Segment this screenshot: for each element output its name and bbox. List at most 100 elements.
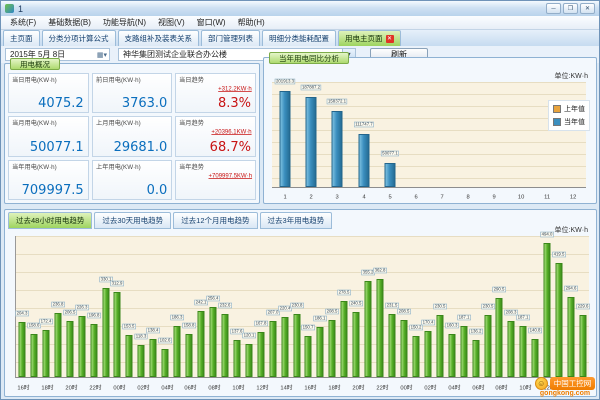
trend-bar-slot: 230.8 (291, 236, 303, 377)
trend-bar-value-label: 231.5 (385, 303, 398, 309)
trend-x-tick-label: 04时 (448, 384, 460, 392)
trend-bar-slot: 150.2 (410, 236, 422, 377)
doc-tab[interactable]: 用电主页面✕ (338, 30, 401, 46)
yoy-bar-slot (481, 82, 507, 187)
trend-x-tick-label: 22时 (89, 384, 101, 392)
doc-tab[interactable]: 分类分项计算公式 (42, 30, 116, 46)
trend-bar (568, 297, 575, 377)
menu-item[interactable]: 视图(V) (152, 16, 191, 29)
trend-x-tick-label (440, 384, 445, 392)
trend-bar-slot: 355.2 (362, 236, 374, 377)
trend-x-axis-labels: 16时 18时 20时 22时 00时 02时 04时 06时 08时 10时 … (15, 382, 589, 393)
trend-bar-slot: 186.3 (171, 236, 183, 377)
yoy-bar-slot (560, 82, 586, 187)
trend-bar (18, 322, 25, 377)
trend-bar-value-label: 256.4 (206, 296, 219, 302)
trend-bar-value-label: 170.4 (421, 320, 434, 326)
trend-bar (221, 314, 228, 377)
trend-bar-slot: 140.8 (529, 236, 541, 377)
trend-bar-value-label: 118.3 (135, 334, 148, 340)
trend-x-tick-label (105, 384, 110, 392)
trend-bar (460, 326, 467, 377)
watermark: ☺ 中国工控网 gongkong.com (534, 377, 596, 397)
trend-bar-slot: 196.8 (88, 236, 100, 377)
trend-bar-slot: 167.8 (255, 236, 267, 377)
yoy-bar-value-label: 158372.1 (327, 99, 348, 105)
trend-x-tick-label (463, 384, 468, 392)
mascot-icon: ☺ (535, 377, 548, 390)
trend-bar-slot: 330.1 (100, 236, 112, 377)
yoy-chart-legend: 上年值当年值 (548, 100, 590, 131)
trend-bar-slot: 236.8 (52, 236, 64, 377)
trend-bar (269, 321, 276, 377)
window-title: 1 (18, 4, 23, 14)
trend-bar-slot: 294.6 (565, 236, 577, 377)
metric-card: 当月用电(KW·h)50077.1 (8, 116, 89, 156)
tab-close-icon[interactable]: ✕ (386, 35, 394, 43)
yoy-bar-value-label: 111747.7 (354, 121, 374, 127)
trend-bar-value-label: 312.9 (111, 281, 124, 287)
trend-x-tick-label (296, 384, 301, 392)
trend-bar-value-label: 232.6 (218, 303, 231, 309)
trend-bar-value-label: 138.4 (147, 328, 160, 334)
menu-item[interactable]: 基础数据(B) (42, 16, 97, 29)
trend-bar-slot: 172.4 (40, 236, 52, 377)
trend-bar (54, 313, 61, 377)
minimize-button-icon[interactable]: ─ (546, 3, 561, 14)
menu-item[interactable]: 功能导航(N) (97, 16, 152, 29)
doc-tab[interactable]: 支路组补及装表关系 (118, 30, 200, 46)
trend-bar-value-label: 167.8 (254, 320, 267, 326)
trend-x-tick-label (224, 384, 229, 392)
metric-card: 当日用电(KW·h)4075.2 (8, 73, 89, 113)
trend-bar-value-label: 136.2 (469, 329, 482, 335)
trend-bar-value-label: 187.1 (457, 315, 470, 321)
trend-tab-bar: 过去48小时用电趋势过去30天用电趋势过去12个月用电趋势过去3年用电趋势 (5, 210, 596, 229)
trend-tab[interactable]: 过去30天用电趋势 (94, 212, 171, 229)
doc-tab[interactable]: 主页面 (3, 30, 40, 46)
yoy-bar (306, 97, 317, 187)
trend-bar-value-label: 220.4 (278, 306, 291, 312)
yoy-x-tick-label: 10 (511, 193, 530, 199)
trend-unit-label: 单位:KW·h (555, 225, 588, 235)
trend-tab[interactable]: 过去48小时用电趋势 (8, 212, 92, 229)
trend-x-tick-label: 10时 (233, 384, 245, 392)
trend-bar-slot: 242.1 (195, 236, 207, 377)
trend-bar-slot: 419.5 (553, 236, 565, 377)
maximize-button-icon[interactable]: ❐ (563, 3, 578, 14)
close-button-icon[interactable]: ✕ (580, 3, 595, 14)
trend-x-tick-label (200, 384, 205, 392)
trend-bar-value-label: 172.4 (39, 319, 52, 325)
trend-bar-slot: 208.3 (505, 236, 517, 377)
trend-tab[interactable]: 过去3年用电趋势 (260, 212, 333, 229)
trend-bar-value-label: 150.7 (302, 325, 315, 331)
trend-bar (472, 340, 479, 377)
trend-x-tick-label (248, 384, 253, 392)
trend-x-tick-label: 06时 (472, 384, 484, 392)
doc-tab[interactable]: 部门管理列表 (201, 30, 260, 46)
yoy-bar-slot (534, 82, 560, 187)
trend-x-tick-label: 02时 (424, 384, 436, 392)
menu-item[interactable]: 窗口(W) (191, 16, 232, 29)
trend-bar (341, 301, 348, 377)
menu-item[interactable]: 帮助(H) (232, 16, 271, 29)
trend-x-tick-label (320, 384, 325, 392)
trend-bar-value-label: 494.0 (541, 232, 554, 238)
trend-bar-slot: 312.9 (112, 236, 124, 377)
trend-bar (365, 281, 372, 377)
metric-card-value: 0.0 (147, 183, 168, 198)
metric-card-label: 当月用电(KW·h) (12, 119, 57, 128)
menu-item[interactable]: 系统(F) (4, 16, 42, 29)
overview-panel-title: 用电概况 (10, 58, 60, 70)
trend-bar (78, 316, 85, 377)
trend-bar (389, 314, 396, 377)
trend-bar-value-label: 240.5 (350, 301, 363, 307)
trend-tab[interactable]: 过去12个月用电趋势 (173, 212, 257, 229)
trend-bar (329, 320, 336, 377)
yoy-bar-value-label: 187887.2 (301, 85, 322, 91)
trend-x-tick-label: 18时 (41, 384, 53, 392)
metric-card: 当月趋势+20396.1KW·h68.7% (175, 116, 256, 156)
doc-tab[interactable]: 明细分类能耗配置 (262, 30, 336, 46)
trend-bar (162, 349, 169, 377)
yoy-panel-title: 当年用电同比分析 (269, 52, 349, 64)
yoy-chart-panel: 当年用电同比分析 单位:KW·h 201913.3187887.2158372.… (263, 57, 597, 204)
